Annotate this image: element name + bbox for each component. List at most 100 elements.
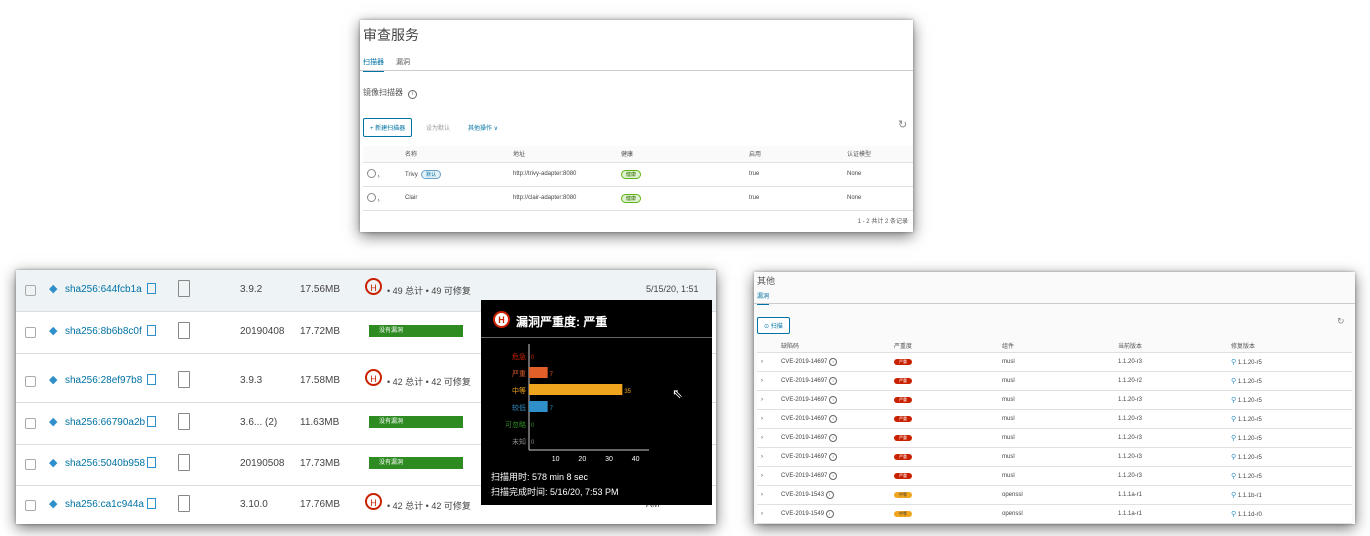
info-icon[interactable]: i xyxy=(408,90,418,99)
severity-tooltip: H 漏洞严重度: 严重 危急 0 严重 7 中等 35 较低 7 可忽略 0 未知 0 10 20 30 40… xyxy=(481,300,712,505)
expand-icon[interactable]: › xyxy=(757,428,777,448)
row-checkbox[interactable] xyxy=(25,418,36,429)
vuln-summary[interactable]: • 42 总计 • 42 可修复 xyxy=(387,499,471,512)
table-row[interactable]: › CVE-2019-14697 i 严重 musl 1.1.20-r3 ⚲ 1.1.20… xyxy=(757,352,1352,372)
artifact-digest-link[interactable]: sha256:ca1c944a xyxy=(65,499,144,510)
no-vuln-status[interactable]: 没有漏洞 xyxy=(369,457,463,469)
scan-button[interactable]: ⊙ 扫描 xyxy=(757,317,790,334)
info-icon[interactable]: i xyxy=(829,376,838,385)
row-checkbox[interactable] xyxy=(25,285,36,296)
info-icon[interactable]: i xyxy=(829,357,838,366)
cve-id[interactable]: CVE-2019-14697 xyxy=(781,397,827,403)
col-url[interactable]: 地址 xyxy=(509,146,617,163)
refresh-icon[interactable]: ↻ xyxy=(1337,316,1345,327)
vuln-summary[interactable]: • 42 总计 • 42 可修复 xyxy=(387,375,471,388)
expand-icon[interactable]: › xyxy=(378,198,380,204)
cve-id[interactable]: CVE-2019-14697 xyxy=(781,435,827,441)
cve-id[interactable]: CVE-2019-1549 xyxy=(781,511,824,517)
info-icon[interactable]: i xyxy=(825,509,834,518)
copy-icon[interactable] xyxy=(147,498,156,509)
document-icon[interactable] xyxy=(178,322,190,339)
copy-icon[interactable] xyxy=(147,325,156,336)
expand-icon[interactable]: › xyxy=(378,174,380,180)
table-row[interactable]: › Clair http://clair-adapter:8080 健康 tru… xyxy=(363,186,913,211)
cve-id[interactable]: CVE-2019-14697 xyxy=(781,454,827,460)
artifact-digest-link[interactable]: sha256:28ef97b8 xyxy=(65,375,142,386)
table-row[interactable]: › CVE-2019-14697 i 严重 musl 1.1.20-r3 ⚲ 1.1.20… xyxy=(757,466,1352,486)
row-checkbox[interactable] xyxy=(25,459,36,470)
cve-id[interactable]: CVE-2019-14697 xyxy=(781,378,827,384)
col-name[interactable]: 名称 xyxy=(401,146,509,163)
info-icon[interactable]: i xyxy=(829,414,838,423)
refresh-icon[interactable]: ↻ xyxy=(898,118,907,131)
cve-id[interactable]: CVE-2019-1543 xyxy=(781,492,824,498)
copy-icon[interactable] xyxy=(147,416,156,427)
expand-icon[interactable]: › xyxy=(757,447,777,467)
copy-icon[interactable] xyxy=(147,374,156,385)
copy-icon[interactable] xyxy=(147,457,156,468)
no-vuln-status[interactable]: 没有漏洞 xyxy=(369,416,463,428)
artifact-digest-link[interactable]: sha256:8b6b8c0f xyxy=(65,326,142,337)
tab-vulnerabilities[interactable]: 漏洞 xyxy=(396,59,410,66)
table-row[interactable]: › CVE-2019-14697 i 严重 musl 1.1.20-r3 ⚲ 1.1.20… xyxy=(757,428,1352,448)
table-row[interactable]: › CVE-2019-14697 i 严重 musl 1.1.20-r2 ⚲ 1.1.20… xyxy=(757,371,1352,391)
cve-id[interactable]: CVE-2019-14697 xyxy=(781,359,827,365)
col-component[interactable]: 组件 xyxy=(998,339,1114,353)
info-icon[interactable]: i xyxy=(829,452,838,461)
col-fixed-version[interactable]: 修复版本 xyxy=(1227,339,1352,353)
other-actions-button[interactable]: 其他操作 ∨ xyxy=(462,119,504,136)
table-row[interactable]: › CVE-2019-14697 i 严重 musl 1.1.20-r3 ⚲ 1.1.20… xyxy=(757,447,1352,467)
artifact-digest-link[interactable]: sha256:644fcb1a xyxy=(65,284,142,295)
severity-high-icon[interactable]: H xyxy=(365,278,382,295)
bar-value-label: 0 xyxy=(531,355,535,361)
document-icon[interactable] xyxy=(178,413,190,430)
set-default-button[interactable]: 设为默认 xyxy=(420,119,456,136)
row-radio[interactable] xyxy=(367,192,376,202)
document-icon[interactable] xyxy=(178,280,190,297)
table-row[interactable]: › CVE-2019-1543 i 中等 openssl 1.1.1a-r1 ⚲ 1.1.… xyxy=(757,485,1352,505)
col-health[interactable]: 健康 xyxy=(617,146,745,163)
cve-id[interactable]: CVE-2019-14697 xyxy=(781,473,827,479)
severity-bar xyxy=(529,384,623,395)
no-vuln-status[interactable]: 没有漏洞 xyxy=(369,325,463,337)
document-icon[interactable] xyxy=(178,454,190,471)
vuln-summary[interactable]: • 49 总计 • 49 可修复 xyxy=(387,284,471,297)
col-severity[interactable]: 严重度 xyxy=(890,339,998,353)
expand-icon[interactable]: › xyxy=(757,371,777,391)
table-row[interactable]: › CVE-2019-1549 i 中等 openssl 1.1.1a-r1 ⚲ 1.1.… xyxy=(757,504,1352,524)
bar-value-label: 0 xyxy=(531,423,535,429)
expand-icon[interactable]: › xyxy=(757,390,777,410)
cve-id[interactable]: CVE-2019-14697 xyxy=(781,416,827,422)
severity-high-icon[interactable]: H xyxy=(365,493,382,510)
table-row[interactable]: › CVE-2019-14697 i 严重 musl 1.1.20-r3 ⚲ 1.1.20… xyxy=(757,390,1352,410)
row-checkbox[interactable] xyxy=(25,500,36,511)
new-scanner-button[interactable]: + 新建扫描器 xyxy=(363,118,413,137)
expand-icon[interactable]: › xyxy=(757,352,777,372)
expand-icon[interactable]: › xyxy=(757,485,777,505)
expand-icon[interactable]: › xyxy=(757,409,777,429)
scanner-auth: None xyxy=(843,186,913,211)
info-icon[interactable]: i xyxy=(829,433,838,442)
expand-icon[interactable]: › xyxy=(757,504,777,524)
expand-icon[interactable]: › xyxy=(757,466,777,486)
col-auth[interactable]: 认证模型 xyxy=(843,146,913,163)
row-checkbox[interactable] xyxy=(25,376,36,387)
scanner-url: http://clair-adapter:8080 xyxy=(509,186,617,211)
document-icon[interactable] xyxy=(178,371,190,388)
col-enabled[interactable]: 启用 xyxy=(745,146,843,163)
table-row[interactable]: › CVE-2019-14697 i 严重 musl 1.1.20-r3 ⚲ 1.1.20… xyxy=(757,409,1352,429)
row-radio[interactable] xyxy=(367,168,376,178)
info-icon[interactable]: i xyxy=(825,490,834,499)
info-icon[interactable]: i xyxy=(829,395,838,404)
artifact-digest-link[interactable]: sha256:66790a2b xyxy=(65,417,145,428)
col-current-version[interactable]: 当前版本 xyxy=(1114,339,1227,353)
copy-icon[interactable] xyxy=(147,283,156,294)
info-icon[interactable]: i xyxy=(829,471,838,480)
artifact-digest-link[interactable]: sha256:5040b958 xyxy=(65,458,145,469)
table-row[interactable]: › Trivy 默认 http://trivy-adapter:8080 健康 … xyxy=(363,162,913,187)
document-icon[interactable] xyxy=(178,495,190,512)
row-checkbox[interactable] xyxy=(25,327,36,338)
col-cve[interactable]: 缺陷码 xyxy=(777,339,890,353)
severity-badge: 严重 xyxy=(894,472,912,479)
severity-high-icon[interactable]: H xyxy=(365,369,382,386)
